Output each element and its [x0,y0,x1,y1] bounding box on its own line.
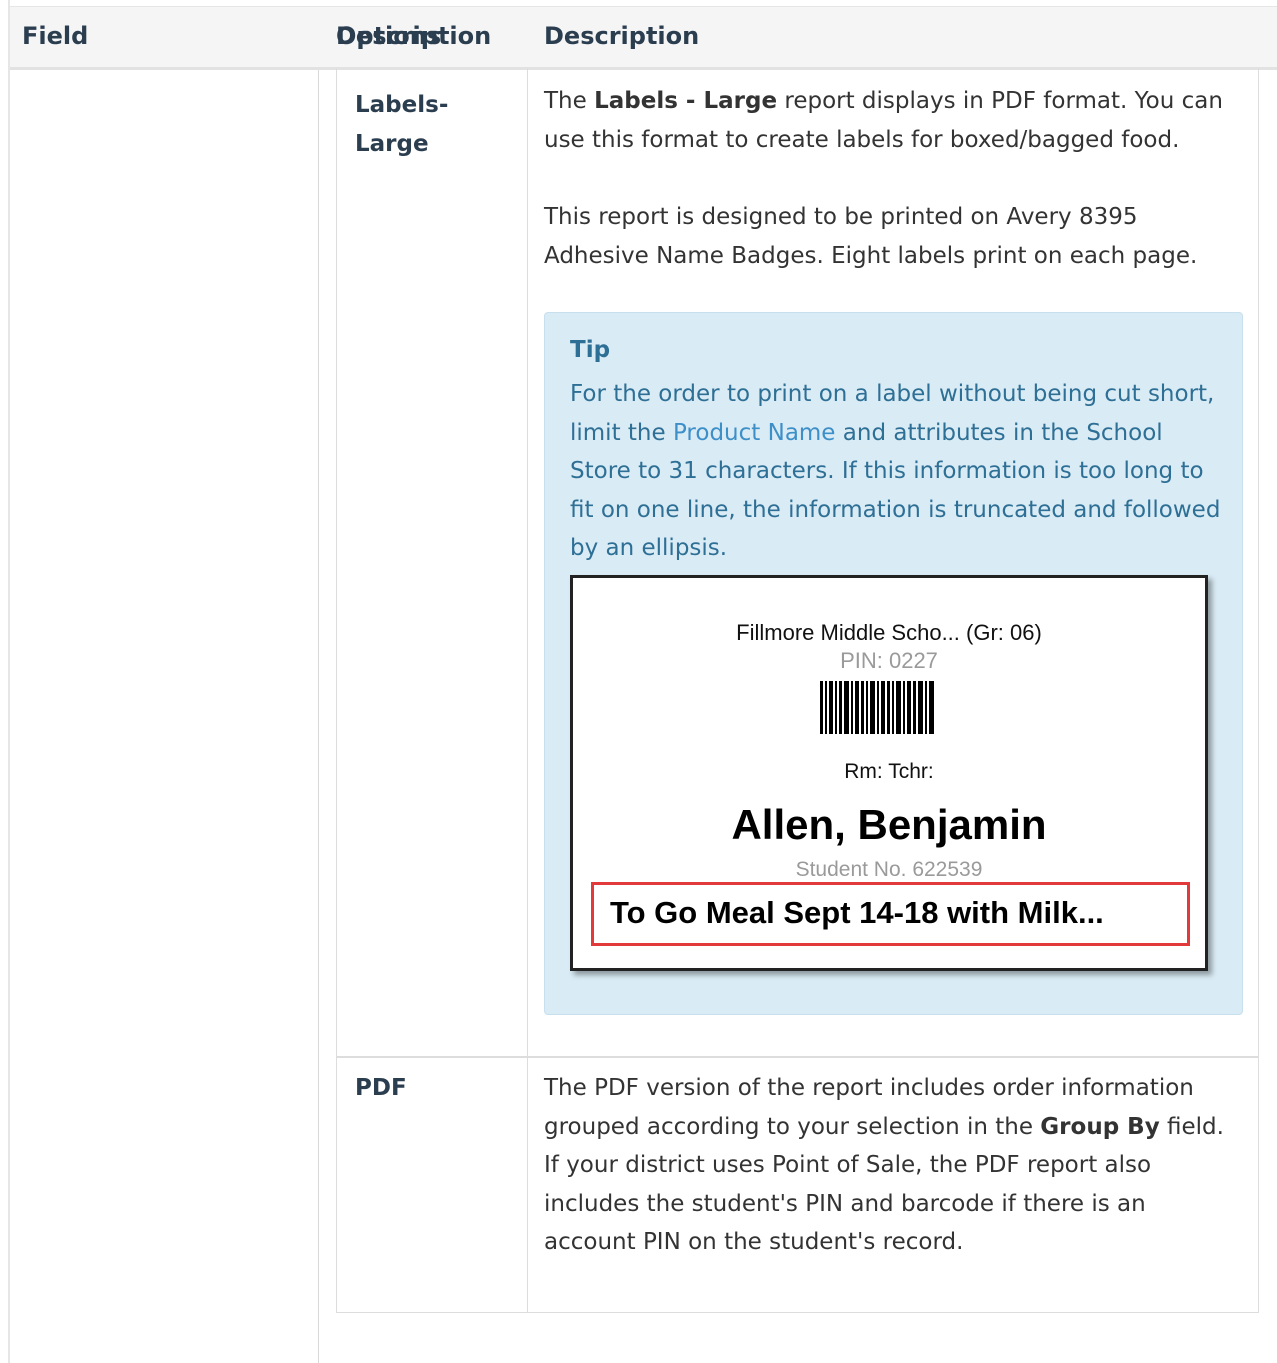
option-label-line2: Large [355,131,429,157]
tip-title: Tip [570,337,611,363]
label-room-teacher: Rm: Tchr: [844,760,934,783]
header-field: Field [22,22,89,50]
label-pin: PIN: 0227 [840,648,938,673]
header-description: Description [544,22,700,50]
field-column-divider [318,70,319,1363]
tip-text: For the order to print on a label withou… [570,375,1230,568]
option-label: PDF [355,1075,407,1101]
product-name-link[interactable]: Product Name [673,420,836,446]
barcode-icon [820,681,934,734]
description-cell: The PDF version of the report includes o… [527,1058,1258,1312]
description-paragraph-1: The Labels - Large report displays in PD… [544,82,1224,159]
label-student-number: Student No. 622539 [795,858,983,881]
group-by-bold: Group By [1040,1113,1160,1140]
description-paragraph-2: This report is designed to be printed on… [544,204,1198,269]
options-nested-table: Labels- Large The Labels - Large report … [336,68,1259,1313]
table-row-labels-large: Labels- Large The Labels - Large report … [336,68,1259,1057]
header-options: Options [336,22,442,50]
label-meal-highlight: To Go Meal Sept 14-18 with Milk... [591,882,1190,946]
label-example-image: Fillmore Middle Scho... (Gr: 06) PIN: 02… [570,575,1208,971]
description-paragraph: The PDF version of the report includes o… [544,1069,1224,1262]
option-label-line1: Labels- [355,92,449,118]
table-row-pdf: PDF The PDF version of the report includ… [336,1057,1259,1313]
option-cell: Labels- Large [337,68,528,1056]
description-cell: The Labels - Large report displays in PD… [527,68,1258,1056]
para-text: The [544,88,595,114]
table-header-row: Field Description Options Description [10,7,1277,70]
label-school: Fillmore Middle Scho... (Gr: 06) [736,620,1042,645]
table-left-border [8,0,10,1363]
tip-box: Tip For the order to print on a label wi… [544,312,1243,1015]
label-meal-name: To Go Meal Sept 14-18 with Milk... [610,895,1104,930]
label-student-name: Allen, Benjamin [731,801,1047,848]
report-name-bold: Labels - Large [594,88,778,114]
option-cell: PDF [337,1058,528,1312]
